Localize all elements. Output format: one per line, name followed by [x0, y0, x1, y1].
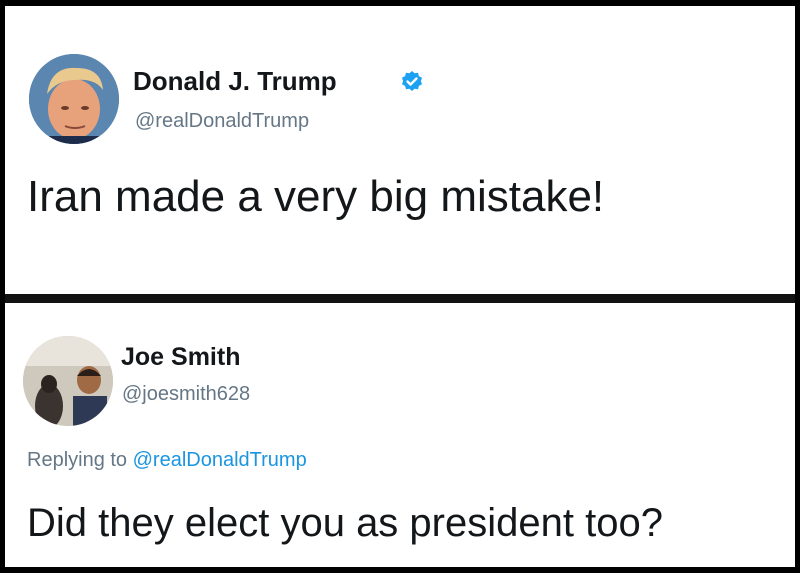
author-name[interactable]: Joe Smith [121, 343, 240, 372]
author-handle[interactable]: @joesmith628 [122, 383, 250, 406]
avatar-photo-icon [23, 336, 113, 426]
author-handle[interactable]: @realDonaldTrump [135, 110, 309, 133]
tweet-text: Iran made a very big mistake! [27, 172, 605, 221]
replying-to: Replying to @realDonaldTrump [27, 449, 307, 472]
avatar-portrait-icon [29, 54, 119, 144]
screenshot-frame: Donald J. Trump @realDonaldTrump Iran ma… [5, 6, 795, 567]
reply-text: Did they elect you as president too? [27, 501, 663, 545]
author-avatar[interactable] [29, 54, 119, 144]
divider [5, 294, 795, 303]
replying-mention-link[interactable]: @realDonaldTrump [133, 449, 307, 471]
author-name[interactable]: Donald J. Trump [133, 66, 337, 97]
verified-badge-icon [402, 71, 422, 91]
author-avatar[interactable] [23, 336, 113, 426]
original-tweet[interactable]: Donald J. Trump @realDonaldTrump Iran ma… [5, 6, 795, 294]
replying-prefix: Replying to [27, 449, 128, 471]
reply-tweet[interactable]: Joe Smith @joesmith628 Replying to @real… [5, 303, 795, 567]
